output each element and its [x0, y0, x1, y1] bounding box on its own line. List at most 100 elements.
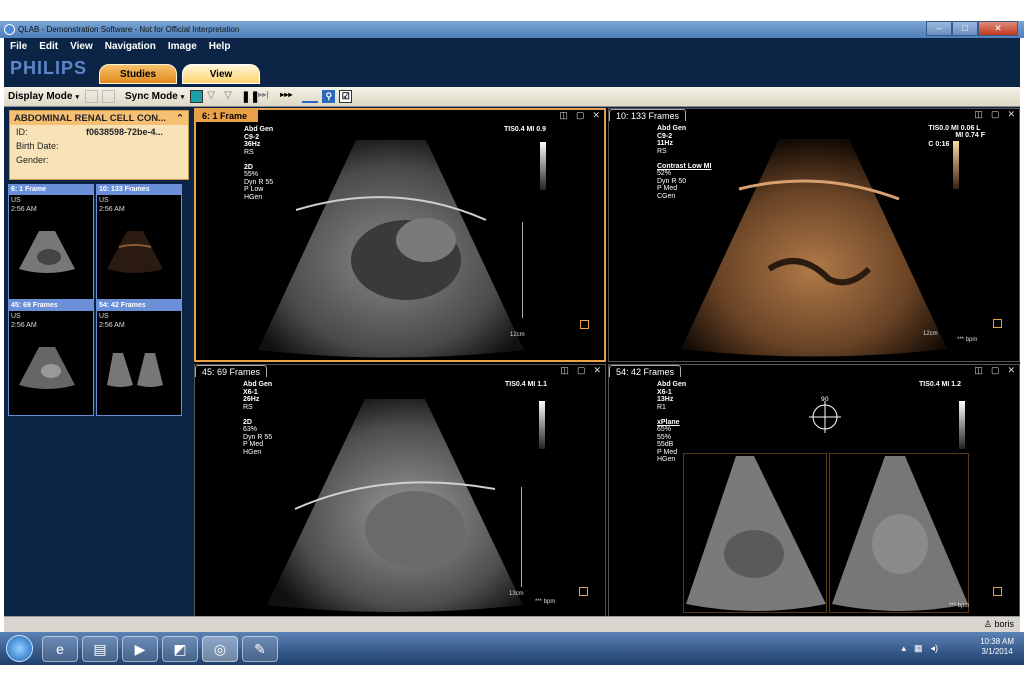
marker-square[interactable]: [993, 319, 1002, 328]
layout-icon[interactable]: [84, 90, 98, 103]
menu-image[interactable]: Image: [168, 41, 197, 52]
app-icon[interactable]: ◩: [162, 636, 198, 662]
export-icon[interactable]: [302, 90, 319, 103]
maximize-icon[interactable]: ▢: [991, 365, 1000, 376]
tab-view[interactable]: View: [182, 64, 260, 84]
paint-icon[interactable]: ✎: [242, 636, 278, 662]
checkbox-icon[interactable]: ☑: [339, 90, 353, 103]
mi-readout: TIS0.4 MI 1.2: [918, 381, 961, 388]
volume-icon[interactable]: ◂): [930, 643, 938, 654]
user-icon: ♙: [983, 619, 992, 629]
tab-studies[interactable]: Studies: [99, 64, 177, 84]
depth-label: 12cm: [923, 331, 938, 337]
viewport-series-54[interactable]: 54: 42 Frames ◫ ▢ ✕ Abd Gen X6-1 13Hz R1 xPla…: [608, 364, 1020, 618]
viewport-title: 54: 42 Frames: [609, 365, 682, 377]
ultrasound-thumbnail-image: [19, 347, 75, 389]
thumbnail-series-54[interactable]: 54: 42 Frames US 2:56 AM: [96, 300, 182, 416]
thumbnail-time: 2:56 AM: [11, 206, 37, 213]
close-icon[interactable]: ✕: [592, 110, 600, 121]
toolbar: Display Mode ▾ Sync Mode ▾ ▽ ▽ ❚❚ ▸▸| ▸▸…: [4, 87, 1020, 107]
marker-square[interactable]: [993, 587, 1002, 596]
minimize-button[interactable]: –: [926, 21, 952, 36]
pause-icon[interactable]: ❚❚: [241, 90, 259, 103]
user-indicator: ♙ boris: [984, 619, 1014, 630]
grayscale-bar: [959, 401, 965, 449]
brand-bar: PHILIPS Studies View: [4, 55, 1020, 104]
thumbnail-title: 6: 1 Frame: [9, 185, 93, 195]
restore-icon[interactable]: ◫: [974, 109, 983, 120]
internet-explorer-icon[interactable]: e: [42, 636, 78, 662]
qlab-task-icon[interactable]: ◎: [202, 636, 238, 662]
thumbnail-modality: US: [99, 197, 109, 204]
maximize-icon[interactable]: ▢: [576, 110, 585, 121]
close-icon[interactable]: ✕: [593, 365, 601, 376]
clock[interactable]: 10:38 AM 3/1/2014: [980, 637, 1014, 657]
filter-icon[interactable]: ▽: [207, 90, 220, 103]
patient-header[interactable]: ABDOMINAL RENAL CELL CON... ⌃: [10, 111, 188, 125]
color-swatch-icon[interactable]: [190, 90, 204, 103]
depth-label: 13cm: [509, 591, 524, 597]
close-icon[interactable]: ✕: [1007, 109, 1015, 120]
media-player-icon[interactable]: ▶: [122, 636, 158, 662]
restore-icon[interactable]: ◫: [559, 110, 568, 121]
viewport-series-10[interactable]: 10: 133 Frames ◫ ▢ ✕ Abd Gen C9-2 11Hz RS Con…: [608, 108, 1020, 362]
collapse-icon[interactable]: ⌃: [176, 113, 184, 124]
step-forward-icon[interactable]: ▸▸|: [258, 90, 276, 103]
maximize-icon[interactable]: ▢: [577, 365, 586, 376]
window-titlebar: QLAB - Demonstration Software - Not for …: [0, 21, 1024, 38]
qlab-application: File Edit View Navigation Image Help PHI…: [4, 38, 1020, 632]
menu-bar: File Edit View Navigation Image Help: [4, 38, 1020, 55]
network-icon[interactable]: ▦: [914, 643, 923, 654]
qlab-app-icon: [4, 24, 15, 35]
close-icon[interactable]: ✕: [1007, 365, 1015, 376]
viewport-series-45[interactable]: 45: 69 Frames ◫ ▢ ✕ Abd Gen X6-1 26Hz RS 2D 63…: [194, 364, 606, 618]
thumbnail-series-10[interactable]: 10: 133 Frames US 2:56 AM: [96, 184, 182, 300]
menu-file[interactable]: File: [10, 41, 27, 52]
show-hidden-icons[interactable]: ▴: [901, 643, 906, 654]
maximize-button[interactable]: □: [952, 21, 978, 36]
xplane-right-frame: [829, 453, 969, 613]
restore-icon[interactable]: ◫: [560, 365, 569, 376]
bpm-readout: *** bpm: [949, 603, 970, 609]
thumbnail-modality: US: [99, 313, 109, 320]
grayscale-bar: [539, 401, 545, 449]
menu-view[interactable]: View: [70, 41, 93, 52]
depth-ruler: [521, 487, 522, 587]
file-explorer-icon[interactable]: ▤: [82, 636, 118, 662]
layout-alt-icon[interactable]: [101, 90, 115, 103]
chevron-down-icon: ▾: [75, 93, 79, 101]
close-button[interactable]: ✕: [978, 21, 1018, 36]
birth-date-label: Birth Date:: [16, 141, 59, 151]
id-label: ID:: [16, 127, 28, 137]
chevron-down-icon: ▾: [180, 93, 185, 101]
ultrasound-image: [258, 140, 524, 358]
thumbnail-modality: US: [11, 313, 21, 320]
display-mode-dropdown[interactable]: Display Mode ▾: [8, 91, 79, 102]
thumbnail-series-45[interactable]: 45: 69 Frames US 2:56 AM: [8, 300, 94, 416]
maximize-icon[interactable]: ▢: [991, 109, 1000, 120]
depth-ruler: [522, 222, 523, 318]
mi-readout: TIS0.4 MI 0.9: [503, 126, 546, 133]
image-viewer: 6: 1 Frame ◫ ▢ ✕ Abd Gen C9-2 36Hz RS 2D 55% Dy…: [194, 108, 1020, 618]
ultrasound-thumbnail-image: [107, 353, 163, 387]
menu-help[interactable]: Help: [209, 41, 231, 52]
restore-icon[interactable]: ◫: [974, 365, 983, 376]
thumbnail-series-6[interactable]: 6: 1 Frame US 2:56 AM: [8, 184, 94, 300]
start-button[interactable]: [6, 635, 33, 662]
thumbnail-title: 45: 69 Frames: [9, 301, 93, 311]
ultrasound-image-plane-1: [686, 456, 826, 611]
menu-navigation[interactable]: Navigation: [105, 41, 156, 52]
patient-name: ABDOMINAL RENAL CELL CON...: [14, 113, 167, 124]
viewport-series-6[interactable]: 6: 1 Frame ◫ ▢ ✕ Abd Gen C9-2 36Hz RS 2D 55% Dy…: [194, 108, 606, 362]
zoom-icon[interactable]: ⚲: [322, 90, 336, 103]
fast-forward-icon[interactable]: ▸▸▸: [280, 90, 298, 103]
viewport-title: 6: 1 Frame: [196, 110, 258, 122]
sync-mode-dropdown[interactable]: Sync Mode ▾: [125, 91, 184, 102]
marker-square[interactable]: [579, 587, 588, 596]
filter-alt-icon[interactable]: ▽: [224, 90, 237, 103]
marker-square[interactable]: [580, 320, 589, 329]
system-tray: ▴ ▦ ◂): [901, 643, 938, 654]
user-name: boris: [994, 619, 1014, 629]
menu-edit[interactable]: Edit: [39, 41, 58, 52]
gender-label: Gender:: [16, 155, 49, 165]
